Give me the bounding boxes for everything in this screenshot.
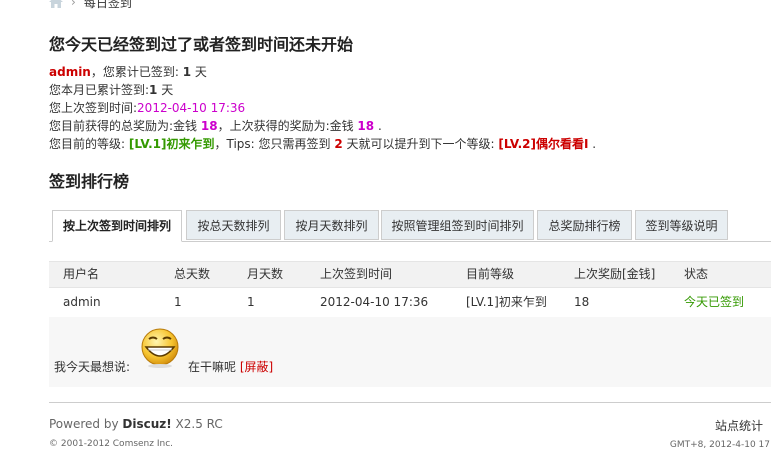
breadcrumb-current[interactable]: 每日签到 <box>84 0 132 11</box>
grin-smiley-icon <box>141 328 179 368</box>
tab-level-info[interactable]: 签到等级说明 <box>635 210 728 240</box>
level-next: [LV.2]偶尔看看I <box>498 137 589 151</box>
row-month-days: 1 <box>247 295 255 309</box>
col-level: 目前等级 <box>466 267 515 281</box>
mood-message: 在干嘛呢 <box>188 360 237 374</box>
tab-total-days[interactable]: 按总天数排列 <box>186 210 281 240</box>
version-text: X2.5 RC <box>171 417 223 431</box>
col-username: 用户名 <box>63 267 100 281</box>
shield-link[interactable]: [屏蔽] <box>240 360 273 374</box>
info-line-last: 您上次签到时间:2012-04-10 17:36 <box>49 99 596 117</box>
col-status: 状态 <box>684 267 709 281</box>
row-total-days: 1 <box>174 295 182 309</box>
reward-mid: ，上次获得的奖励为:金钱 <box>217 119 358 133</box>
breadcrumb-separator: › <box>71 0 76 9</box>
discuz-link[interactable]: Discuz! <box>122 417 171 431</box>
page-title: 您今天已经签到过了或者签到时间还未开始 <box>49 35 354 54</box>
day-unit: 天 <box>191 65 207 79</box>
reward-last: 18 <box>357 119 375 133</box>
tips-days: 2 <box>334 137 343 151</box>
home-icon[interactable] <box>49 0 63 8</box>
powered-by: Powered by Discuz! X2.5 RC <box>49 417 223 431</box>
rank-tabs: 按上次签到时间排列 按总天数排列 按月天数排列 按照管理组签到时间排列 总奖励排… <box>49 210 771 242</box>
level-label: 您目前的等级: <box>49 137 129 151</box>
info-line-reward: 您目前获得的总奖励为:金钱 18，上次获得的奖励为:金钱 18 . <box>49 117 596 135</box>
tab-admin-group[interactable]: 按照管理组签到时间排列 <box>381 210 534 240</box>
total-days: 1 <box>182 65 192 79</box>
tips-end: . <box>588 137 597 151</box>
total-label: ，您累计已签到: <box>90 65 183 79</box>
mood-label: 我今天最想说: <box>54 360 131 374</box>
level-current: [LV.1]初来乍到 <box>128 137 215 151</box>
info-line-month: 您本月已累计签到:1 天 <box>49 81 596 99</box>
col-month-days: 月天数 <box>247 267 284 281</box>
row-status: 今天已签到 <box>684 295 745 309</box>
last-time: 2012-04-10 17:36 <box>137 101 246 115</box>
info-line-level: 您目前的等级: [LV.1]初来乍到，Tips: 您只需再签到 2 天就可以提升… <box>49 135 596 153</box>
tips-mid: 天就可以提升到下一个等级: <box>342 137 499 151</box>
table-header: 用户名 总天数 月天数 上次签到时间 目前等级 上次奖励[金钱] 状态 <box>49 261 771 288</box>
username-link[interactable]: admin <box>49 65 91 79</box>
row-level: [LV.1]初来乍到 <box>466 295 547 309</box>
rank-title: 签到排行榜 <box>49 172 130 191</box>
reward-total: 18 <box>200 119 218 133</box>
month-label: 您本月已累计签到: <box>49 83 150 97</box>
site-stats-link[interactable]: 站点统计 <box>715 417 763 434</box>
sign-info: admin，您累计已签到: 1 天 您本月已累计签到:1 天 您上次签到时间:2… <box>49 63 596 153</box>
row-username[interactable]: admin <box>63 288 101 317</box>
month-unit: 天 <box>157 83 174 97</box>
rank-table: 用户名 总天数 月天数 上次签到时间 目前等级 上次奖励[金钱] 状态 admi… <box>49 261 771 318</box>
powered-prefix: Powered by <box>49 417 123 431</box>
server-time: GMT+8, 2012-4-10 17 <box>669 440 770 450</box>
tab-month-days[interactable]: 按月天数排列 <box>284 210 379 240</box>
row-last-time: 2012-04-10 17:36 <box>320 295 429 309</box>
tab-reward-rank[interactable]: 总奖励排行榜 <box>537 210 632 240</box>
reward-label: 您目前获得的总奖励为:金钱 <box>49 119 201 133</box>
row-last-reward: 18 <box>574 295 590 309</box>
mood-row: 我今天最想说: 在干嘛呢 [屏蔽] <box>49 317 771 387</box>
footer-divider <box>49 402 771 403</box>
tips-label: ，Tips: 您只需再签到 <box>214 137 335 151</box>
tab-last-sign-time[interactable]: 按上次签到时间排列 <box>52 210 182 242</box>
breadcrumb: › 每日签到 <box>49 0 132 10</box>
col-last-reward: 上次奖励[金钱] <box>574 267 656 281</box>
copyright[interactable]: © 2001-2012 Comsenz Inc. <box>49 439 173 449</box>
table-row: admin 1 1 2012-04-10 17:36 [LV.1]初来乍到 18… <box>49 288 771 318</box>
info-line-total: admin，您累计已签到: 1 天 <box>49 63 596 81</box>
mood-text: 在干嘛呢 [屏蔽] <box>188 358 273 375</box>
col-last-time: 上次签到时间 <box>320 267 393 281</box>
last-label: 您上次签到时间: <box>49 101 138 115</box>
reward-end: . <box>374 119 382 133</box>
col-total-days: 总天数 <box>174 267 211 281</box>
